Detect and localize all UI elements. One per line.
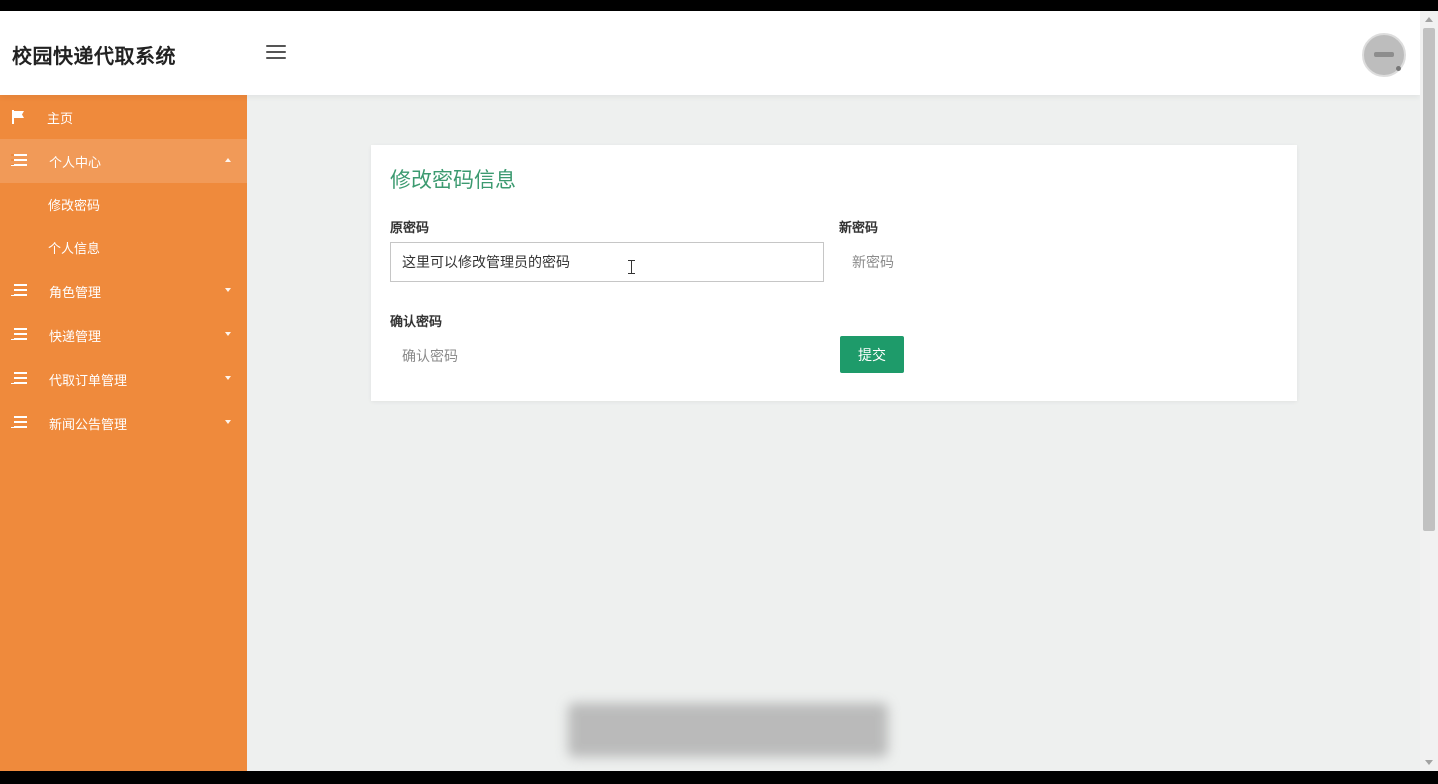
list-icon	[11, 328, 27, 342]
chevron-down-icon	[225, 420, 231, 424]
menu-toggle-icon[interactable]	[266, 45, 286, 61]
list-icon	[11, 284, 27, 298]
sidebar-item-label: 新闻公告管理	[49, 417, 128, 433]
sidebar-item-news-management[interactable]: 新闻公告管理	[0, 401, 247, 445]
top-bar: 校园快递代取系统	[0, 11, 1420, 95]
page-scrollbar[interactable]	[1420, 11, 1438, 771]
sidebar-subitem-change-password[interactable]: 修改密码	[0, 183, 247, 226]
old-password-input[interactable]: 这里可以修改管理员的密码	[390, 242, 824, 282]
list-icon	[11, 416, 27, 430]
old-password-value: 这里可以修改管理员的密码	[402, 255, 570, 271]
app-viewport: 校园快递代取系统 主页 个人中心 修改密码 个人信息 角色管理 快递管理 代取订…	[0, 11, 1438, 771]
avatar[interactable]	[1362, 33, 1406, 77]
sidebar-item-home[interactable]: 主页	[0, 95, 247, 139]
sidebar: 主页 个人中心 修改密码 个人信息 角色管理 快递管理 代取订单管理 新闻公告管…	[0, 95, 247, 771]
confirm-password-label: 确认密码	[390, 315, 443, 330]
sidebar-item-label: 个人中心	[49, 155, 102, 171]
chevron-down-icon	[225, 288, 231, 292]
sidebar-item-order-management[interactable]: 代取订单管理	[0, 357, 247, 401]
submit-button[interactable]: 提交	[840, 336, 904, 373]
app-title: 校园快递代取系统	[12, 44, 176, 68]
confirm-password-placeholder: 确认密码	[402, 349, 458, 365]
avatar-image	[1374, 52, 1394, 57]
avatar-status-dot	[1396, 66, 1401, 71]
sidebar-item-express-management[interactable]: 快递管理	[0, 313, 247, 357]
text-cursor-icon	[628, 260, 637, 274]
list-icon	[11, 154, 27, 168]
sidebar-subitem-personal-info[interactable]: 个人信息	[0, 226, 247, 269]
chevron-down-icon	[225, 332, 231, 336]
new-password-placeholder: 新密码	[852, 255, 894, 271]
confirm-password-input[interactable]: 确认密码	[390, 336, 824, 376]
list-icon	[11, 372, 27, 386]
new-password-label: 新密码	[839, 221, 879, 236]
scroll-down-icon[interactable]	[1425, 760, 1433, 765]
sidebar-item-label: 角色管理	[49, 285, 102, 301]
sidebar-item-label: 主页	[47, 111, 74, 127]
chevron-down-icon	[225, 376, 231, 380]
blurred-overlay	[568, 703, 888, 757]
old-password-label: 原密码	[390, 221, 430, 236]
card-title: 修改密码信息	[390, 168, 516, 192]
scroll-up-icon[interactable]	[1425, 17, 1433, 22]
change-password-card: 修改密码信息 原密码 这里可以修改管理员的密码 新密码 新密码 确认密码 确认密…	[371, 145, 1297, 401]
sidebar-item-label: 快递管理	[49, 329, 102, 345]
new-password-input[interactable]: 新密码	[840, 242, 1274, 282]
sidebar-item-role-management[interactable]: 角色管理	[0, 269, 247, 313]
scroll-thumb[interactable]	[1423, 28, 1435, 531]
sidebar-item-personal-center[interactable]: 个人中心	[0, 139, 247, 183]
chevron-up-icon	[225, 158, 231, 162]
flag-icon	[11, 110, 25, 124]
sidebar-item-label: 代取订单管理	[49, 373, 128, 389]
